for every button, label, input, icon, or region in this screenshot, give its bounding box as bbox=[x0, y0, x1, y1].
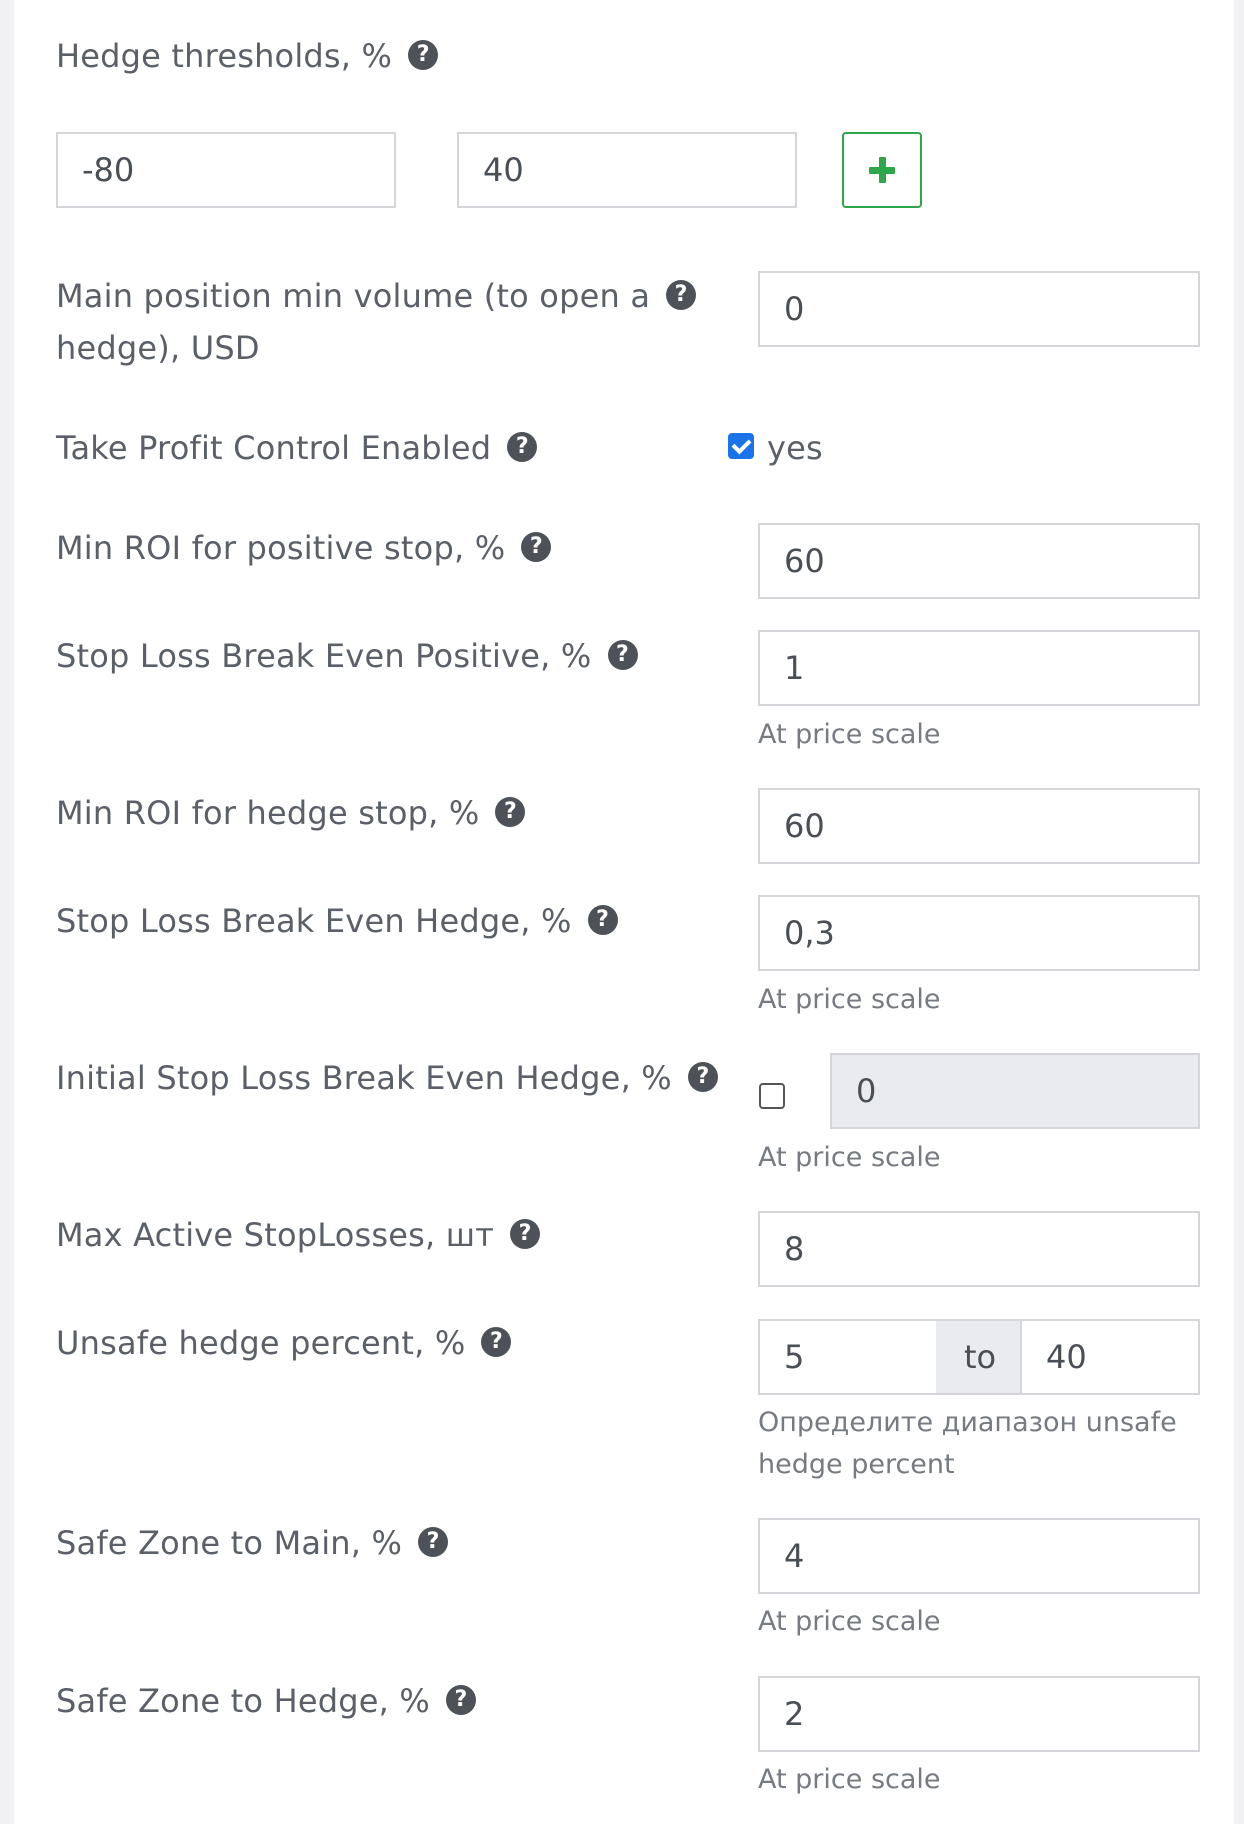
min-roi-positive-label-text: Min ROI for positive stop, % bbox=[56, 529, 506, 567]
unsafe-hedge-hint-line1: Определите диапазон unsafe bbox=[758, 1407, 1177, 1438]
sl-break-even-positive-input[interactable]: 1 bbox=[758, 630, 1200, 706]
help-icon[interactable]: ? bbox=[510, 1219, 541, 1249]
help-icon[interactable]: ? bbox=[446, 1685, 476, 1715]
take-profit-control-checkbox[interactable] bbox=[728, 433, 754, 459]
add-threshold-button[interactable] bbox=[842, 132, 922, 208]
hedge-thresholds-label: Hedge thresholds, %? bbox=[56, 30, 439, 82]
unsafe-hedge-hint-line2: hedge percent bbox=[758, 1449, 955, 1480]
main-min-volume-label-line2: hedge), USD bbox=[56, 329, 260, 367]
help-icon[interactable]: ? bbox=[687, 1062, 718, 1092]
safe-zone-hedge-label-text: Safe Zone to Hedge, % bbox=[56, 1682, 430, 1720]
initial-sl-break-even-hedge-label-text: Initial Stop Loss Break Even Hedge, % bbox=[56, 1059, 672, 1097]
help-icon[interactable]: ? bbox=[521, 532, 552, 562]
unsafe-hedge-from-input[interactable]: 5 bbox=[758, 1319, 938, 1395]
take-profit-control-label-text: Take Profit Control Enabled bbox=[56, 429, 492, 467]
max-active-stoplosses-input[interactable]: 8 bbox=[758, 1211, 1200, 1287]
hedge-threshold-input-1[interactable]: -80 bbox=[56, 132, 396, 208]
sl-break-even-hedge-input[interactable]: 0,3 bbox=[758, 895, 1200, 971]
min-roi-hedge-label: Min ROI for hedge stop, %? bbox=[56, 787, 526, 839]
safe-zone-main-label-text: Safe Zone to Main, % bbox=[56, 1524, 403, 1562]
sl-break-even-positive-label-text: Stop Loss Break Even Positive, % bbox=[56, 637, 592, 675]
help-icon[interactable]: ? bbox=[495, 797, 526, 827]
main-min-volume-label: Main position min volume (to open a? bbox=[56, 270, 697, 322]
sl-break-even-positive-label: Stop Loss Break Even Positive, %? bbox=[56, 630, 638, 682]
sl-break-even-hedge-label: Stop Loss Break Even Hedge, %? bbox=[56, 895, 618, 947]
help-icon[interactable]: ? bbox=[408, 40, 439, 70]
sl-break-even-hedge-hint: At price scale bbox=[758, 984, 941, 1015]
help-icon[interactable]: ? bbox=[507, 432, 538, 462]
help-icon[interactable]: ? bbox=[481, 1327, 512, 1357]
max-active-stoplosses-label-text: Max Active StopLosses, шт bbox=[56, 1216, 495, 1254]
initial-sl-break-even-hedge-checkbox[interactable] bbox=[759, 1083, 785, 1109]
min-roi-hedge-input[interactable]: 60 bbox=[758, 788, 1200, 864]
safe-zone-main-input[interactable]: 4 bbox=[758, 1518, 1200, 1594]
settings-panel: Hedge thresholds, %? -80 40 Main positio… bbox=[14, 0, 1234, 1824]
help-icon[interactable]: ? bbox=[587, 905, 618, 935]
unsafe-hedge-percent-label: Unsafe hedge percent, %? bbox=[56, 1317, 512, 1369]
help-icon[interactable]: ? bbox=[418, 1527, 449, 1557]
initial-sl-break-even-hedge-input[interactable]: 0 bbox=[830, 1053, 1200, 1129]
unsafe-hedge-percent-label-text: Unsafe hedge percent, % bbox=[56, 1324, 466, 1362]
safe-zone-hedge-label: Safe Zone to Hedge, %? bbox=[56, 1675, 476, 1727]
min-roi-positive-input[interactable]: 60 bbox=[758, 523, 1200, 599]
min-roi-positive-label: Min ROI for positive stop, %? bbox=[56, 522, 552, 574]
hedge-thresholds-label-text: Hedge thresholds, % bbox=[56, 37, 393, 75]
unsafe-hedge-to-input[interactable]: 40 bbox=[1020, 1319, 1200, 1395]
sl-break-even-positive-hint: At price scale bbox=[758, 719, 941, 750]
max-active-stoplosses-label: Max Active StopLosses, шт? bbox=[56, 1209, 541, 1261]
initial-sl-break-even-hedge-label: Initial Stop Loss Break Even Hedge, %? bbox=[56, 1052, 718, 1104]
help-icon[interactable]: ? bbox=[607, 640, 638, 670]
hedge-threshold-input-2[interactable]: 40 bbox=[457, 132, 797, 208]
take-profit-control-checkbox-label[interactable]: yes bbox=[767, 422, 823, 474]
safe-zone-main-label: Safe Zone to Main, %? bbox=[56, 1517, 449, 1569]
take-profit-control-label: Take Profit Control Enabled? bbox=[56, 422, 538, 474]
sl-break-even-hedge-label-text: Stop Loss Break Even Hedge, % bbox=[56, 902, 572, 940]
range-to-addon: to bbox=[936, 1319, 1024, 1395]
help-icon[interactable]: ? bbox=[666, 280, 697, 310]
main-min-volume-label-line1: Main position min volume (to open a bbox=[56, 277, 651, 315]
min-roi-hedge-label-text: Min ROI for hedge stop, % bbox=[56, 794, 480, 832]
safe-zone-hedge-input[interactable]: 2 bbox=[758, 1676, 1200, 1752]
initial-sl-break-even-hedge-hint: At price scale bbox=[758, 1142, 941, 1173]
safe-zone-main-hint: At price scale bbox=[758, 1606, 941, 1637]
safe-zone-hedge-hint: At price scale bbox=[758, 1764, 941, 1795]
main-min-volume-input[interactable]: 0 bbox=[758, 271, 1200, 347]
plus-icon-vertical bbox=[879, 157, 886, 183]
